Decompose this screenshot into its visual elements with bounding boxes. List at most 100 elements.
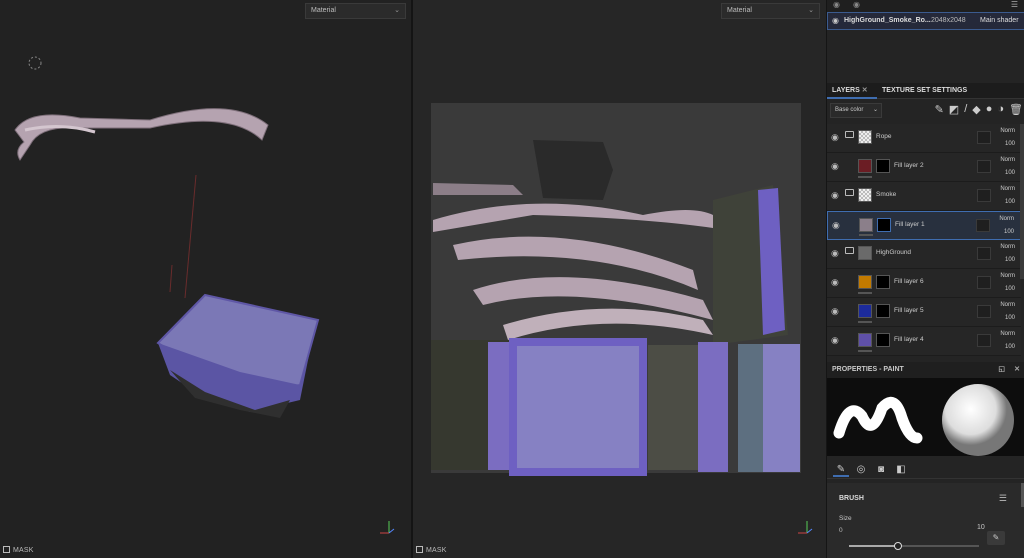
layer-blend[interactable]: Norm 100 bbox=[999, 215, 1014, 241]
size-slider-handle[interactable] bbox=[894, 542, 902, 550]
material-tab-icon[interactable]: ◧ bbox=[893, 462, 909, 477]
brush-title: BRUSH bbox=[839, 495, 864, 502]
pen-pressure-icon[interactable]: ✎ bbox=[987, 531, 1005, 545]
rope-mesh bbox=[14, 108, 269, 161]
layers-scrollbar[interactable] bbox=[1020, 124, 1024, 279]
layer-blend[interactable]: Norm 100 bbox=[1000, 330, 1015, 356]
add-effect-icon[interactable]: ✎ bbox=[935, 103, 944, 116]
uv-texture-2d bbox=[431, 103, 801, 476]
eye-icon[interactable]: ◉ bbox=[832, 220, 840, 231]
layer-name: Fill layer 5 bbox=[894, 307, 924, 314]
menu-icon[interactable]: ☰ bbox=[1011, 0, 1018, 9]
layer-name: Fill layer 1 bbox=[895, 221, 925, 228]
axis-gizmo-3d bbox=[380, 521, 395, 534]
add-instance-icon[interactable]: ◑ bbox=[997, 103, 1004, 116]
tab-texture-set-settings[interactable]: TEXTURE SET SETTINGS bbox=[877, 83, 987, 99]
layer-blend[interactable]: Norm 100 bbox=[1000, 127, 1015, 153]
eye-icon[interactable]: ◉ bbox=[831, 335, 839, 346]
layer-mask-slot[interactable] bbox=[977, 189, 991, 202]
layer-blend[interactable]: Norm 100 bbox=[1000, 156, 1015, 182]
brush-tab-icon[interactable]: ✎ bbox=[833, 462, 849, 477]
scene-3d bbox=[14, 56, 320, 418]
layer-thumbnail bbox=[858, 333, 872, 347]
texture-set-name: HighGround_Smoke_Ro... bbox=[844, 17, 931, 24]
layer-name: Fill layer 6 bbox=[894, 278, 924, 285]
layer-mask-slot[interactable] bbox=[976, 219, 990, 232]
loading-icon bbox=[28, 56, 42, 70]
layer-row[interactable]: ◉ Fill layer 4 Norm 100 bbox=[827, 327, 1021, 356]
size-range-low: 0 bbox=[839, 527, 843, 534]
eye-icon[interactable]: ◉ bbox=[832, 13, 839, 29]
layer-thumbnail bbox=[858, 304, 872, 318]
tab-layers[interactable]: LAYERS ✕ bbox=[827, 83, 877, 99]
layer-row[interactable]: ◉ HighGround Norm 100 bbox=[827, 240, 1021, 269]
add-mask-icon[interactable]: ◩ bbox=[949, 103, 959, 116]
folder-icon[interactable] bbox=[845, 131, 854, 138]
layer-mask-thumbnail bbox=[876, 159, 890, 173]
size-value[interactable]: 10 bbox=[977, 524, 985, 531]
layer-mask-thumbnail bbox=[876, 333, 890, 347]
layer-list: ◉ Rope Norm 100 ◉ Fill layer 2 Norm 100 ◉ … bbox=[827, 124, 1021, 356]
layers-toolbar: Base color ⌄ ✎ ◩ / ◆ ● ◑ 🗑 bbox=[827, 101, 1024, 121]
layer-thumbnail bbox=[859, 218, 873, 232]
layer-blend[interactable]: Norm 100 bbox=[1000, 243, 1015, 269]
layer-name: Fill layer 4 bbox=[894, 336, 924, 343]
channel-select[interactable]: Base color ⌄ bbox=[830, 103, 882, 118]
add-folder-icon[interactable]: ● bbox=[986, 103, 993, 116]
size-slider-track[interactable] bbox=[849, 542, 979, 550]
float-icon[interactable]: ◱ bbox=[998, 362, 1005, 378]
layer-row[interactable]: ◉ Fill layer 2 Norm 100 bbox=[827, 153, 1021, 182]
layer-mask-slot[interactable] bbox=[977, 247, 991, 260]
viewport-2d[interactable]: Material ⌄ MASK bbox=[413, 0, 826, 558]
layer-mask-slot[interactable] bbox=[977, 305, 991, 318]
layer-thumbnail bbox=[858, 188, 872, 202]
layer-row[interactable]: ◉ Fill layer 6 Norm 100 bbox=[827, 269, 1021, 298]
layer-thumbnail bbox=[858, 130, 872, 144]
viewport-3d[interactable]: Material ⌄ MASK bbox=[0, 0, 411, 558]
eye-icon[interactable]: ◉ bbox=[831, 277, 839, 288]
eye-icon[interactable]: ◉ bbox=[831, 248, 839, 259]
add-fill-layer-icon[interactable]: ◆ bbox=[972, 103, 980, 116]
alpha-tab-icon[interactable]: ◎ bbox=[853, 462, 869, 477]
texture-set-toolbar: ◉ ◉ ☰ bbox=[827, 0, 1024, 12]
layer-thumbnail bbox=[858, 275, 872, 289]
mask-toggle-3d[interactable]: MASK bbox=[3, 546, 34, 556]
properties-header: PROPERTIES - PAINT ◱ ✕ bbox=[827, 362, 1024, 378]
eye-icon[interactable]: ◉ bbox=[833, 0, 840, 9]
layer-row[interactable]: ◉ Fill layer 5 Norm 100 bbox=[827, 298, 1021, 327]
layer-row[interactable]: ◉ Rope Norm 100 bbox=[827, 124, 1021, 153]
layer-mask-slot[interactable] bbox=[977, 131, 991, 144]
layer-mask-slot[interactable] bbox=[977, 160, 991, 173]
brush-menu-icon[interactable]: ☰ bbox=[999, 493, 1007, 504]
eye-icon[interactable]: ◉ bbox=[831, 190, 839, 201]
layer-name: Smoke bbox=[876, 191, 897, 198]
eye-icon[interactable]: ◉ bbox=[831, 161, 839, 172]
close-icon[interactable]: ✕ bbox=[1014, 362, 1020, 378]
folder-icon[interactable] bbox=[845, 247, 854, 254]
layer-name: HighGround bbox=[876, 249, 912, 256]
folder-icon[interactable] bbox=[845, 189, 854, 196]
brush-section: BRUSH ☰ Size 0 10 ✎ bbox=[827, 483, 1024, 558]
layer-mask-slot[interactable] bbox=[977, 334, 991, 347]
texture-set-row[interactable]: ◉ HighGround_Smoke_Ro... 2048x2048 Main … bbox=[827, 12, 1024, 30]
delete-layer-icon[interactable]: 🗑 bbox=[1009, 103, 1023, 116]
eye-icon[interactable]: ◉ bbox=[831, 132, 839, 143]
mask-toggle-2d[interactable]: MASK bbox=[416, 546, 447, 556]
layer-blend[interactable]: Norm 100 bbox=[1000, 272, 1015, 298]
eye-icon[interactable]: ◉ bbox=[831, 306, 839, 317]
brush-preview bbox=[827, 378, 1024, 456]
layer-row-selected[interactable]: ◉ Fill layer 1 Norm 100 bbox=[827, 211, 1021, 240]
layer-blend[interactable]: Norm 100 bbox=[1000, 185, 1015, 211]
stencil-tab-icon[interactable]: ◙ bbox=[873, 462, 889, 477]
eye-icon[interactable]: ◉ bbox=[853, 0, 860, 9]
close-icon[interactable]: ✕ bbox=[862, 87, 868, 94]
layer-name: Rope bbox=[876, 133, 892, 140]
size-slider-fill bbox=[849, 545, 899, 547]
layer-row[interactable]: ◉ Smoke Norm 100 bbox=[827, 182, 1021, 211]
layer-mask-slot[interactable] bbox=[977, 276, 991, 289]
layer-mask-thumbnail bbox=[876, 275, 890, 289]
layer-mask-thumbnail bbox=[877, 218, 891, 232]
layer-thumbnail bbox=[858, 159, 872, 173]
layer-blend[interactable]: Norm 100 bbox=[1000, 301, 1015, 327]
add-paint-layer-icon[interactable]: / bbox=[964, 103, 967, 116]
